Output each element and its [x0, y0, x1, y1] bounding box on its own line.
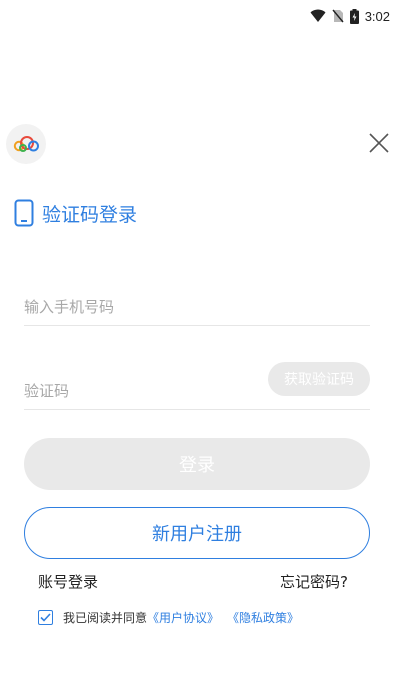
- close-button[interactable]: [366, 130, 392, 156]
- forgot-password-link[interactable]: 忘记密码?: [280, 571, 348, 592]
- agreement-row: 我已阅读并同意 《用户协议》 《隐私政策》: [38, 609, 299, 626]
- page-title: 验证码登录: [42, 203, 138, 226]
- login-button[interactable]: 登录: [24, 438, 370, 490]
- agreement-text: 我已阅读并同意: [63, 611, 148, 625]
- cloud-logo-icon: [6, 124, 46, 164]
- battery-charging-icon: [349, 8, 359, 24]
- login-title-row: 验证码登录: [14, 199, 137, 227]
- agreement-checkbox[interactable]: [38, 610, 53, 625]
- phone-field: [24, 288, 370, 326]
- account-login-link[interactable]: 账号登录: [38, 571, 98, 592]
- verification-code-input[interactable]: [24, 372, 254, 409]
- phone-input[interactable]: [24, 288, 370, 325]
- get-code-button[interactable]: 获取验证码: [268, 362, 370, 396]
- privacy-policy-link[interactable]: 《隐私政策》: [227, 609, 299, 626]
- code-field: 获取验证码: [24, 362, 370, 410]
- checkmark-icon: [40, 613, 51, 622]
- no-sim-icon: [332, 9, 344, 23]
- close-icon: [369, 133, 389, 153]
- user-agreement-link[interactable]: 《用户协议》: [147, 609, 219, 626]
- phone-icon: [14, 199, 34, 227]
- wifi-icon: [310, 9, 326, 22]
- status-time: 3:02: [364, 8, 390, 24]
- status-bar: 3:02: [0, 0, 400, 32]
- register-button[interactable]: 新用户注册: [24, 507, 370, 559]
